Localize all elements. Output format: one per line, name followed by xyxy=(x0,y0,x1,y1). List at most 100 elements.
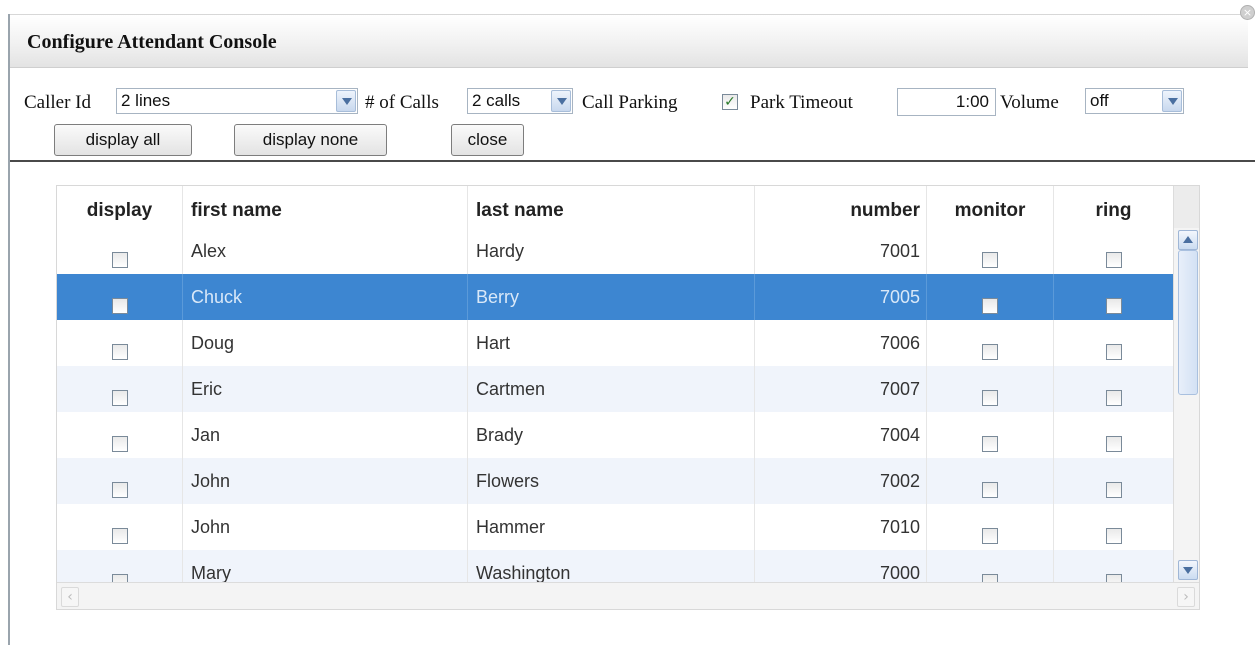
ring-checkbox[interactable] xyxy=(1105,297,1122,314)
ring-cell xyxy=(1053,550,1173,582)
display-checkbox[interactable] xyxy=(111,297,128,314)
table-row[interactable]: Chuck Berry 7005 xyxy=(57,274,1173,320)
display-checkbox[interactable] xyxy=(111,343,128,360)
last-name-cell: Hammer xyxy=(467,504,754,550)
monitor-cell xyxy=(926,274,1053,320)
dialog-left-border xyxy=(8,14,10,645)
close-button[interactable]: close xyxy=(451,124,524,156)
ring-cell xyxy=(1053,228,1173,274)
display-cell xyxy=(57,458,182,504)
volume-select[interactable]: off xyxy=(1085,88,1184,114)
scroll-left-icon[interactable]: ‹ xyxy=(61,587,79,607)
ring-cell xyxy=(1053,458,1173,504)
ring-checkbox[interactable] xyxy=(1105,389,1122,406)
ring-checkbox[interactable] xyxy=(1105,435,1122,452)
display-all-button[interactable]: display all xyxy=(54,124,192,156)
park-timeout-label: Park Timeout xyxy=(750,92,853,113)
column-header-display[interactable]: display xyxy=(57,186,182,228)
table-row[interactable]: John Flowers 7002 xyxy=(57,458,1173,504)
horizontal-scrollbar[interactable]: ‹ › xyxy=(57,582,1199,609)
close-icon[interactable]: × xyxy=(1240,5,1255,20)
table-row[interactable]: Eric Cartmen 7007 xyxy=(57,366,1173,412)
vertical-scrollbar[interactable] xyxy=(1173,228,1199,582)
number-cell: 7007 xyxy=(754,366,926,412)
monitor-cell xyxy=(926,504,1053,550)
display-checkbox[interactable] xyxy=(111,251,128,268)
number-cell: 7004 xyxy=(754,412,926,458)
table-row[interactable]: Jan Brady 7004 xyxy=(57,412,1173,458)
scroll-up-icon[interactable] xyxy=(1178,230,1198,250)
column-header-number[interactable]: number xyxy=(754,186,926,228)
last-name-cell: Flowers xyxy=(467,458,754,504)
num-calls-select[interactable]: 2 calls xyxy=(467,88,573,114)
divider xyxy=(10,160,1255,162)
first-name-cell: Jan xyxy=(182,412,467,458)
ring-checkbox[interactable] xyxy=(1105,527,1122,544)
column-header-last-name[interactable]: last name xyxy=(467,186,754,228)
column-header-first-name[interactable]: first name xyxy=(182,186,467,228)
grid-header: display first name last name number moni… xyxy=(57,186,1173,228)
display-checkbox[interactable] xyxy=(111,573,128,582)
last-name-cell: Hart xyxy=(467,320,754,366)
scroll-down-icon[interactable] xyxy=(1178,560,1198,580)
caller-id-label: Caller Id xyxy=(24,92,92,113)
table-row[interactable]: Alex Hardy 7001 xyxy=(57,228,1173,274)
call-parking-checkbox[interactable] xyxy=(722,94,738,110)
number-cell: 7005 xyxy=(754,274,926,320)
monitor-checkbox[interactable] xyxy=(982,297,998,314)
park-timeout-input[interactable]: 1:00 xyxy=(897,88,996,116)
number-cell: 7000 xyxy=(754,550,926,582)
ring-checkbox[interactable] xyxy=(1105,343,1122,360)
chevron-down-icon[interactable] xyxy=(1162,90,1182,112)
scrollbar-thumb[interactable] xyxy=(1178,250,1198,395)
display-checkbox[interactable] xyxy=(111,481,128,498)
display-checkbox[interactable] xyxy=(111,527,128,544)
monitor-cell xyxy=(926,412,1053,458)
display-cell xyxy=(57,412,182,458)
monitor-checkbox[interactable] xyxy=(982,343,998,360)
caller-id-select[interactable]: 2 lines xyxy=(116,88,358,114)
monitor-checkbox[interactable] xyxy=(982,389,998,406)
first-name-cell: Eric xyxy=(182,366,467,412)
chevron-down-icon[interactable] xyxy=(336,90,356,112)
table-row[interactable]: Mary Washington 7000 xyxy=(57,550,1173,582)
ring-cell xyxy=(1053,320,1173,366)
dialog-title: Configure Attendant Console xyxy=(27,31,277,53)
number-cell: 7010 xyxy=(754,504,926,550)
table-row[interactable]: John Hammer 7010 xyxy=(57,504,1173,550)
volume-value: off xyxy=(1090,91,1109,110)
first-name-cell: John xyxy=(182,504,467,550)
table-row[interactable]: Doug Hart 7006 xyxy=(57,320,1173,366)
monitor-cell xyxy=(926,458,1053,504)
ring-checkbox[interactable] xyxy=(1105,251,1122,268)
column-header-ring[interactable]: ring xyxy=(1053,186,1173,228)
dialog-titlebar[interactable]: Configure Attendant Console xyxy=(10,14,1248,68)
monitor-checkbox[interactable] xyxy=(982,481,998,498)
ring-cell xyxy=(1053,366,1173,412)
first-name-cell: Chuck xyxy=(182,274,467,320)
chevron-down-icon[interactable] xyxy=(551,90,571,112)
monitor-cell xyxy=(926,228,1053,274)
monitor-checkbox[interactable] xyxy=(982,251,998,268)
display-cell xyxy=(57,366,182,412)
display-checkbox[interactable] xyxy=(111,435,128,452)
monitor-checkbox[interactable] xyxy=(982,573,998,582)
last-name-cell: Hardy xyxy=(467,228,754,274)
volume-label: Volume xyxy=(1000,92,1059,113)
ring-checkbox[interactable] xyxy=(1105,573,1122,582)
display-checkbox[interactable] xyxy=(111,389,128,406)
scroll-right-icon[interactable]: › xyxy=(1177,587,1195,607)
num-calls-value: 2 calls xyxy=(472,91,521,110)
display-none-button[interactable]: display none xyxy=(234,124,387,156)
ring-checkbox[interactable] xyxy=(1105,481,1122,498)
display-cell xyxy=(57,504,182,550)
monitor-checkbox[interactable] xyxy=(982,435,998,452)
monitor-checkbox[interactable] xyxy=(982,527,998,544)
first-name-cell: John xyxy=(182,458,467,504)
first-name-cell: Alex xyxy=(182,228,467,274)
display-cell xyxy=(57,550,182,582)
ring-cell xyxy=(1053,274,1173,320)
ring-cell xyxy=(1053,504,1173,550)
column-header-monitor[interactable]: monitor xyxy=(926,186,1053,228)
grid-body: Alex Hardy 7001 Chuck Berry 7005 Doug Hart 7006 E… xyxy=(57,228,1173,582)
